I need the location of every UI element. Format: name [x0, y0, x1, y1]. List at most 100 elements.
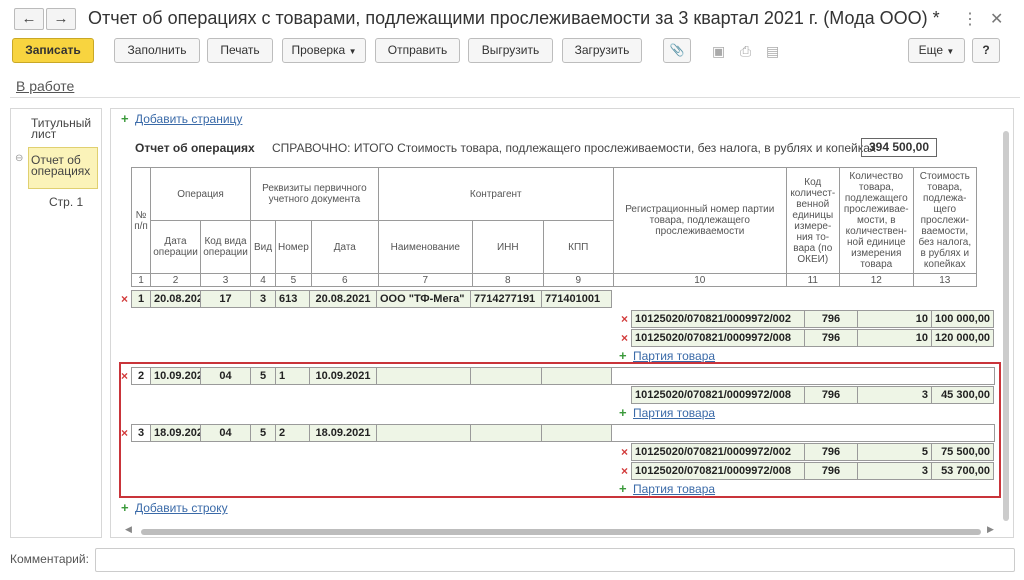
add-batch-link[interactable]: Партия товара: [633, 482, 715, 496]
import-button[interactable]: Загрузить: [562, 38, 642, 63]
cell-cost[interactable]: 100 000,00: [931, 310, 994, 328]
scroll-right-icon[interactable]: ▶: [987, 524, 994, 535]
col-qty: Количество товара, подлежащего прослежив…: [838, 167, 914, 274]
cell-op-date[interactable]: 20.08.2021: [150, 290, 201, 308]
export-button[interactable]: Выгрузить: [468, 38, 553, 63]
cell-doc-number[interactable]: 613: [275, 290, 310, 308]
cell-doc-date[interactable]: 10.09.2021: [309, 367, 377, 385]
cell-okei[interactable]: 796: [804, 386, 858, 404]
cell-qty[interactable]: 5: [857, 443, 932, 461]
vertical-scrollbar[interactable]: [1003, 131, 1009, 521]
col-op-code: Код вида операции: [200, 220, 251, 274]
comment-label: Комментарий:: [10, 552, 89, 566]
delete-row-icon[interactable]: ×: [121, 292, 128, 306]
cell-kpp[interactable]: [541, 424, 612, 442]
col-num: 13: [912, 273, 977, 287]
more-label: Еще: [918, 43, 944, 57]
cell-counterparty-name[interactable]: ООО "ТФ-Мега": [376, 290, 471, 308]
cell-cost[interactable]: 120 000,00: [931, 329, 994, 347]
col-num: 5: [275, 273, 312, 287]
cell-kpp[interactable]: 771401001: [541, 290, 612, 308]
col-num: 3: [200, 273, 251, 287]
add-batch-link[interactable]: Партия товара: [633, 406, 715, 420]
cell-npp: 3: [131, 424, 151, 442]
nav-title-sheet[interactable]: Титульный лист: [31, 117, 97, 140]
cell-counterparty-name[interactable]: [376, 367, 471, 385]
plus-icon: +: [121, 111, 129, 126]
scroll-left-icon[interactable]: ◀: [125, 524, 132, 535]
cell-okei[interactable]: 796: [804, 443, 858, 461]
check-button[interactable]: Проверка ▼: [282, 38, 366, 63]
cell-qty[interactable]: 10: [857, 329, 932, 347]
cell-qty[interactable]: 3: [857, 386, 932, 404]
cell-reg-number[interactable]: 10125020/070821/0009972/002: [631, 310, 805, 328]
delete-batch-icon[interactable]: ×: [621, 331, 628, 345]
cell-doc-date[interactable]: 18.09.2021: [309, 424, 377, 442]
back-button[interactable]: ←: [14, 8, 44, 30]
cell-okei[interactable]: 796: [804, 329, 858, 347]
print-button[interactable]: Печать: [207, 38, 273, 63]
status-link[interactable]: В работе: [16, 78, 74, 94]
col-requisites: Реквизиты первичного учетного документа: [250, 167, 379, 221]
send-button[interactable]: Отправить: [375, 38, 460, 63]
delete-batch-icon[interactable]: ×: [621, 312, 628, 326]
nav-page-1[interactable]: Стр. 1: [49, 196, 83, 208]
cell-npp: 2: [131, 367, 151, 385]
more-actions-icon[interactable]: ⋮: [962, 9, 978, 29]
col-num: 6: [310, 273, 379, 287]
cell-reg-number[interactable]: 10125020/070821/0009972/008: [631, 329, 805, 347]
delete-batch-icon[interactable]: ×: [621, 464, 628, 478]
cell-op-code[interactable]: 04: [200, 367, 251, 385]
attach-button[interactable]: 📎: [663, 38, 691, 63]
delete-row-icon[interactable]: ×: [121, 369, 128, 383]
col-num: 8: [471, 273, 544, 287]
cell-op-code[interactable]: 17: [200, 290, 251, 308]
cell-inn[interactable]: [470, 367, 542, 385]
cell-doc-number[interactable]: 1: [275, 367, 310, 385]
save-disk-icon[interactable]: ▣: [712, 43, 725, 60]
cell-okei[interactable]: 796: [804, 462, 858, 480]
document-icon[interactable]: ▤: [766, 43, 779, 60]
cell-cost[interactable]: 75 500,00: [931, 443, 994, 461]
delete-row-icon[interactable]: ×: [121, 426, 128, 440]
col-num: 2: [150, 273, 201, 287]
add-page-link[interactable]: Добавить страницу: [135, 112, 242, 126]
cell-qty[interactable]: 3: [857, 462, 932, 480]
close-icon[interactable]: ✕: [990, 9, 1003, 29]
more-button[interactable]: Еще ▼: [908, 38, 965, 63]
cell-cost[interactable]: 45 300,00: [931, 386, 994, 404]
cell-op-code[interactable]: 04: [200, 424, 251, 442]
cell-okei[interactable]: 796: [804, 310, 858, 328]
cell-doc-type[interactable]: 5: [250, 367, 276, 385]
nav-report[interactable]: Отчет об операциях: [31, 154, 97, 177]
forward-button[interactable]: →: [46, 8, 76, 30]
cell-doc-date[interactable]: 20.08.2021: [309, 290, 377, 308]
cell-reg-number[interactable]: 10125020/070821/0009972/008: [631, 386, 805, 404]
save-button[interactable]: Записать: [12, 38, 94, 63]
fill-button[interactable]: Заполнить: [114, 38, 200, 63]
col-name: Наименование: [377, 220, 473, 274]
cell-op-date[interactable]: 18.09.2021: [150, 424, 201, 442]
cell-inn[interactable]: 7714277191: [470, 290, 542, 308]
cell-cost[interactable]: 53 700,00: [931, 462, 994, 480]
help-button[interactable]: ?: [972, 38, 1000, 63]
cell-doc-type[interactable]: 5: [250, 424, 276, 442]
delete-batch-icon[interactable]: ×: [621, 445, 628, 459]
printer-icon[interactable]: ⎙: [740, 43, 751, 60]
add-row-link[interactable]: Добавить строку: [135, 501, 228, 515]
cell-kpp[interactable]: [541, 367, 612, 385]
collapse-icon[interactable]: ⊖: [15, 153, 23, 164]
cell-inn[interactable]: [470, 424, 542, 442]
paperclip-icon: 📎: [669, 43, 685, 57]
horizontal-scrollbar[interactable]: [141, 529, 981, 535]
cell-reg-number[interactable]: 10125020/070821/0009972/002: [631, 443, 805, 461]
cell-reg-number[interactable]: 10125020/070821/0009972/008: [631, 462, 805, 480]
cell-op-date[interactable]: 10.09.2021: [150, 367, 201, 385]
cell-doc-type[interactable]: 3: [250, 290, 276, 308]
cell-counterparty-name[interactable]: [376, 424, 471, 442]
add-batch-link[interactable]: Партия товара: [633, 349, 715, 363]
cell-doc-number[interactable]: 2: [275, 424, 310, 442]
col-kpp: КПП: [542, 220, 614, 274]
cell-qty[interactable]: 10: [857, 310, 932, 328]
comment-input[interactable]: [95, 548, 1015, 572]
